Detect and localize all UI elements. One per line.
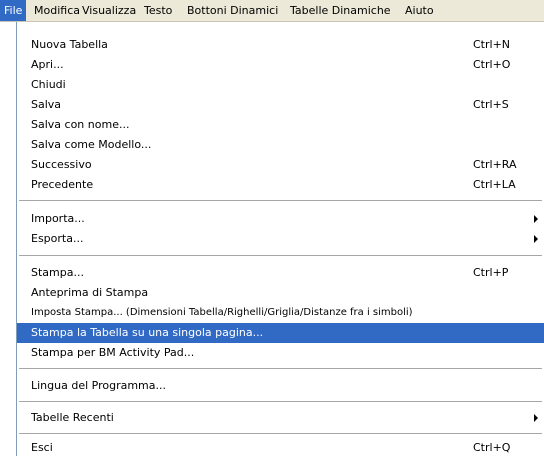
menu-item-label: Chiudi xyxy=(31,78,66,91)
menu-item-nuova-tabella[interactable]: Nuova Tabella Ctrl+N xyxy=(17,35,544,55)
menu-item-shortcut: Ctrl+LA xyxy=(473,178,516,191)
menu-visualizza[interactable]: Visualizza xyxy=(78,0,140,21)
menu-item-stampa[interactable]: Stampa... Ctrl+P xyxy=(17,263,544,283)
menu-item-stampa-singola-pagina[interactable]: Stampa la Tabella su una singola pagina.… xyxy=(17,323,544,343)
menu-item-label: Imposta Stampa... (Dimensioni Tabella/Ri… xyxy=(31,307,413,318)
menu-item-label: Successivo xyxy=(31,158,92,171)
menu-item-apri[interactable]: Apri... Ctrl+O xyxy=(17,55,544,75)
menu-item-salva-con-nome[interactable]: Salva con nome... xyxy=(17,115,544,135)
menu-item-label: Stampa la Tabella su una singola pagina.… xyxy=(31,326,264,339)
menu-file[interactable]: File xyxy=(0,0,27,21)
menu-item-stampa-bm-activity-pad[interactable]: Stampa per BM Activity Pad... xyxy=(17,343,544,363)
menu-bottoni-dinamici[interactable]: Bottoni Dinamici xyxy=(183,0,282,21)
menu-item-shortcut: Ctrl+Q xyxy=(473,441,511,454)
menu-item-tabelle-recenti[interactable]: Tabelle Recenti xyxy=(17,408,544,428)
menu-item-esci[interactable]: Esci Ctrl+Q xyxy=(17,438,544,458)
menu-item-chiudi[interactable]: Chiudi xyxy=(17,75,544,95)
menu-item-label: Esci xyxy=(31,441,53,454)
menu-item-label: Anteprima di Stampa xyxy=(31,286,149,299)
menu-item-shortcut: Ctrl+P xyxy=(473,266,509,279)
menu-item-label: Stampa... xyxy=(31,266,84,279)
menu-modifica[interactable]: Modifica xyxy=(30,0,84,21)
menu-separator xyxy=(19,433,542,434)
menu-separator xyxy=(19,255,542,256)
menu-item-label: Salva xyxy=(31,98,62,111)
submenu-arrow-icon xyxy=(534,235,538,243)
menu-item-label: Nuova Tabella xyxy=(31,38,108,51)
submenu-arrow-icon xyxy=(534,215,538,223)
menu-separator xyxy=(19,368,542,369)
menu-item-successivo[interactable]: Successivo Ctrl+RA xyxy=(17,155,544,175)
menu-item-shortcut: Ctrl+O xyxy=(473,58,511,71)
menu-item-label: Lingua del Programma... xyxy=(31,379,167,392)
menu-item-label: Stampa per BM Activity Pad... xyxy=(31,346,195,359)
menu-item-shortcut: Ctrl+N xyxy=(473,38,511,51)
submenu-arrow-icon xyxy=(534,414,538,422)
menu-tabelle-dinamiche[interactable]: Tabelle Dinamiche xyxy=(286,0,395,21)
menu-item-salva[interactable]: Salva Ctrl+S xyxy=(17,95,544,115)
menu-item-esporta[interactable]: Esporta... xyxy=(17,229,544,249)
menu-item-label: Importa... xyxy=(31,212,85,225)
menu-item-label: Esporta... xyxy=(31,232,84,245)
menu-item-label: Tabelle Recenti xyxy=(31,411,114,424)
menu-item-imposta-stampa[interactable]: Imposta Stampa... (Dimensioni Tabella/Ri… xyxy=(17,303,544,323)
menu-item-lingua-del-programma[interactable]: Lingua del Programma... xyxy=(17,376,544,396)
menu-item-anteprima-di-stampa[interactable]: Anteprima di Stampa xyxy=(17,283,544,303)
menu-item-label: Salva come Modello... xyxy=(31,138,152,151)
menu-item-shortcut: Ctrl+RA xyxy=(473,158,517,171)
menu-item-label: Precedente xyxy=(31,178,94,191)
menu-item-label: Apri... xyxy=(31,58,64,71)
menu-item-label: Salva con nome... xyxy=(31,118,130,131)
file-menu-dropdown: Nuova Tabella Ctrl+N Apri... Ctrl+O Chiu… xyxy=(16,22,544,456)
menu-item-precedente[interactable]: Precedente Ctrl+LA xyxy=(17,175,544,195)
menu-bar: File Modifica Visualizza Testo Bottoni D… xyxy=(0,0,544,22)
menu-aiuto[interactable]: Aiuto xyxy=(401,0,438,21)
menu-item-salva-come-modello[interactable]: Salva come Modello... xyxy=(17,135,544,155)
menu-item-importa[interactable]: Importa... xyxy=(17,209,544,229)
menu-separator xyxy=(19,401,542,402)
menu-item-shortcut: Ctrl+S xyxy=(473,98,509,111)
menu-separator xyxy=(19,200,542,201)
menu-testo[interactable]: Testo xyxy=(140,0,176,21)
